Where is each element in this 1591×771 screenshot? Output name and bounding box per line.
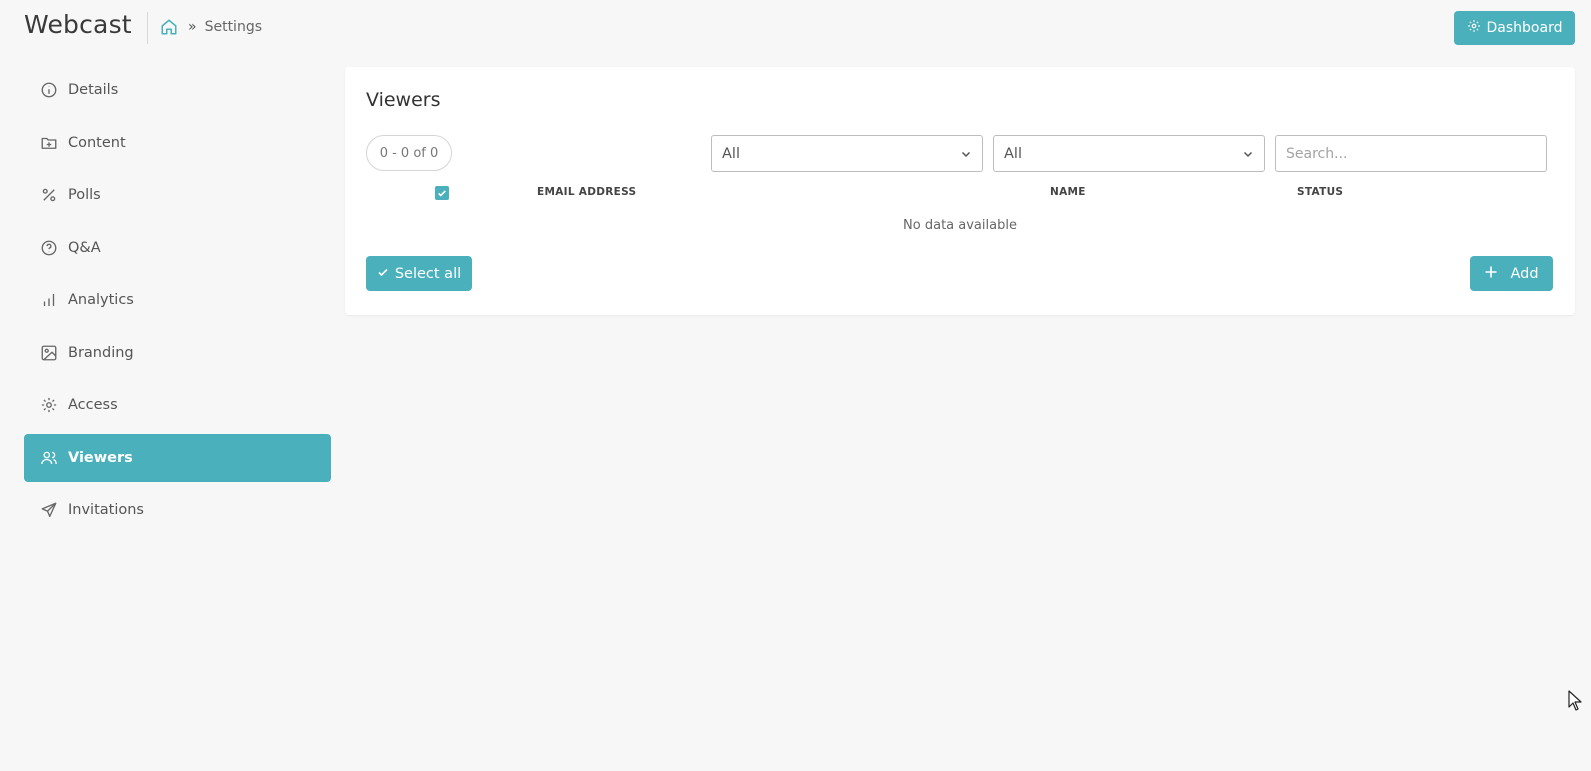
sidebar-item-label: Q&A [68,239,101,256]
sidebar: Details Content Polls Q&A Analytics Bran… [24,66,331,539]
sidebar-item-label: Polls [68,187,101,203]
mouse-cursor-icon [1568,690,1584,712]
question-icon [40,239,58,257]
sidebar-item-label: Content [68,134,126,151]
pagination-range: 0 - 0 of 0 [366,135,452,171]
sidebar-item-analytics[interactable]: Analytics [24,276,331,324]
breadcrumb: » Settings [160,16,262,38]
app-title: Webcast [24,10,132,39]
check-icon [377,266,389,282]
select-all-label: Select all [394,265,462,282]
breadcrumb-separator: » [188,19,197,35]
search-input[interactable] [1275,135,1547,172]
sidebar-item-label: Invitations [68,502,144,518]
sidebar-item-qa[interactable]: Q&A [24,224,331,272]
sidebar-item-label: Branding [68,344,134,361]
percent-icon [40,186,58,204]
sidebar-item-content[interactable]: Content [24,119,331,167]
chevron-down-icon [960,148,972,160]
column-header-email[interactable]: EMAIL ADDRESS [537,186,636,198]
sidebar-item-label: Analytics [68,292,134,308]
card-title: Viewers [366,89,441,111]
filter-select-2[interactable]: All [993,135,1265,172]
send-icon [40,501,58,519]
add-viewer-button[interactable]: Add [1470,256,1553,291]
sidebar-item-details[interactable]: Details [24,66,331,114]
sidebar-item-branding[interactable]: Branding [24,329,331,377]
sidebar-item-viewers[interactable]: Viewers [24,433,331,482]
sidebar-item-invitations[interactable]: Invitations [24,486,331,534]
column-header-status[interactable]: STATUS [1297,186,1343,198]
sidebar-item-label: Viewers [68,449,133,466]
filter-select-1[interactable]: All [711,135,983,172]
title-divider [147,12,148,44]
home-icon[interactable] [160,18,178,36]
select-all-checkbox[interactable] [435,186,449,200]
image-icon [40,344,58,362]
bar-chart-icon [40,291,58,309]
viewers-card: Viewers 0 - 0 of 0 All All EMAIL ADDRESS… [345,67,1575,315]
filter-select-2-value: All [1004,145,1022,162]
folder-plus-icon [40,134,58,152]
gear-icon [1467,19,1481,37]
chevron-down-icon [1242,148,1254,160]
column-header-name[interactable]: NAME [1050,186,1086,198]
sidebar-item-access[interactable]: Access [24,381,331,429]
breadcrumb-current[interactable]: Settings [205,19,262,35]
users-icon [40,449,58,467]
select-all-button[interactable]: Select all [366,256,472,291]
empty-state-text: No data available [903,218,1017,233]
add-label: Add [1510,265,1539,282]
plus-icon [1484,265,1498,283]
sidebar-item-polls[interactable]: Polls [24,171,331,219]
dashboard-button-label: Dashboard [1486,20,1563,36]
top-bar: Webcast » Settings Dashboard [0,0,1591,56]
info-icon [40,81,58,99]
filter-select-1-value: All [722,145,740,162]
gear-icon [40,396,58,414]
dashboard-button[interactable]: Dashboard [1454,11,1575,45]
sidebar-item-label: Details [68,82,119,98]
sidebar-item-label: Access [68,397,118,413]
